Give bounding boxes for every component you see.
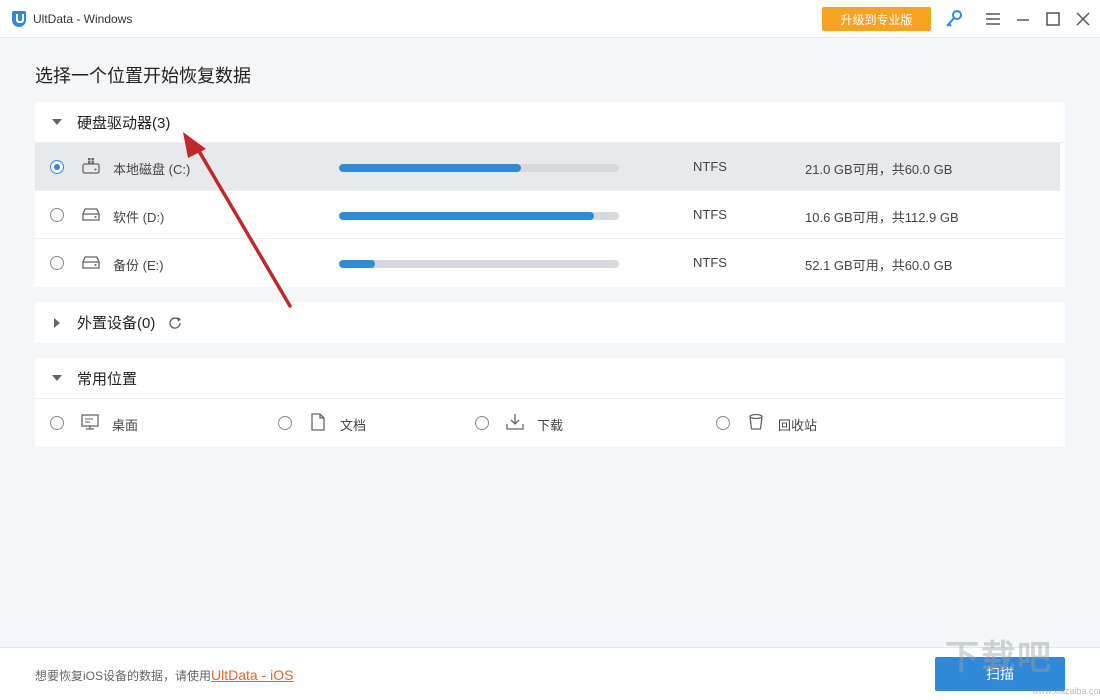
common-locations-row: 桌面 文档 下载 回收站 bbox=[35, 399, 1065, 446]
watermark-logo: 下载吧 bbox=[945, 638, 1053, 678]
filesystem: NTFS bbox=[693, 255, 727, 270]
drive-name: 备份 (E:) bbox=[113, 258, 164, 273]
ultdata-ios-link[interactable]: UltData - iOS bbox=[211, 667, 293, 683]
app-logo-icon bbox=[12, 10, 26, 27]
location-radio[interactable] bbox=[50, 416, 64, 430]
hard-drives-header[interactable]: 硬盘驱动器(3) bbox=[35, 102, 1065, 143]
close-icon[interactable] bbox=[1073, 9, 1093, 29]
key-icon[interactable] bbox=[944, 9, 964, 29]
app-title: UltData - Windows bbox=[33, 11, 133, 26]
hard-drives-title: 硬盘驱动器(3) bbox=[77, 114, 171, 132]
drive-row-d[interactable]: 软件 (D:) NTFS 10.6 GB可用，共112.9 GB bbox=[35, 191, 1065, 239]
common-locations-panel: 常用位置 桌面 文档 下载 回收站 bbox=[35, 358, 1065, 446]
usage-bar bbox=[339, 212, 619, 220]
watermark-url: www.xiazaiba.com bbox=[1032, 686, 1100, 696]
windows-drive-icon bbox=[82, 158, 100, 174]
location-radio[interactable] bbox=[278, 416, 292, 430]
caret-down-icon[interactable] bbox=[51, 116, 63, 128]
caret-right-icon[interactable] bbox=[51, 317, 63, 329]
common-locations-title: 常用位置 bbox=[77, 370, 138, 388]
footer: 想要恢复iOS设备的数据，请使用UltData - iOS 扫描 bbox=[0, 647, 1100, 700]
drive-icon bbox=[82, 208, 100, 221]
location-label: 回收站 bbox=[778, 418, 818, 433]
location-radio[interactable] bbox=[475, 416, 489, 430]
drive-name: 软件 (D:) bbox=[113, 210, 165, 225]
usage-bar bbox=[339, 260, 619, 268]
drive-radio[interactable] bbox=[50, 160, 64, 174]
upgrade-button[interactable]: 升级到专业版 bbox=[822, 7, 931, 31]
page-heading: 选择一个位置开始恢复数据 bbox=[35, 66, 251, 86]
hard-drives-panel: 硬盘驱动器(3) 本地磁盘 (C:) NTFS 21.0 GB可用，共60.0 … bbox=[35, 102, 1065, 287]
recycle-bin-icon bbox=[749, 413, 763, 430]
usage-bar-fill bbox=[339, 164, 521, 172]
filesystem: NTFS bbox=[693, 159, 727, 174]
usage-bar-fill bbox=[339, 260, 376, 268]
location-label: 文档 bbox=[340, 418, 367, 433]
document-icon bbox=[311, 413, 325, 431]
drive-name: 本地磁盘 (C:) bbox=[113, 162, 191, 177]
location-label: 下载 bbox=[537, 418, 564, 433]
menu-icon[interactable] bbox=[983, 9, 1003, 29]
title-bar: UltData - Windows bbox=[0, 0, 1100, 38]
location-radio[interactable] bbox=[716, 416, 730, 430]
external-devices-panel: 外置设备(0) bbox=[35, 302, 1065, 343]
download-icon bbox=[506, 414, 524, 430]
desktop-icon bbox=[81, 414, 99, 430]
drive-space: 52.1 GB可用，共60.0 GB bbox=[805, 258, 953, 273]
drive-row-c[interactable]: 本地磁盘 (C:) NTFS 21.0 GB可用，共60.0 GB bbox=[35, 143, 1060, 191]
common-locations-header[interactable]: 常用位置 bbox=[35, 358, 1065, 399]
drive-row-e[interactable]: 备份 (E:) NTFS 52.1 GB可用，共60.0 GB bbox=[35, 239, 1065, 287]
usage-bar bbox=[339, 164, 619, 172]
drive-radio[interactable] bbox=[50, 256, 64, 270]
drive-radio[interactable] bbox=[50, 208, 64, 222]
external-devices-header[interactable]: 外置设备(0) bbox=[35, 302, 1065, 343]
refresh-icon[interactable] bbox=[167, 315, 183, 331]
footer-message: 想要恢复iOS设备的数据，请使用 bbox=[35, 669, 212, 683]
filesystem: NTFS bbox=[693, 207, 727, 222]
minimize-icon[interactable] bbox=[1013, 9, 1033, 29]
usage-bar-fill bbox=[339, 212, 594, 220]
location-label: 桌面 bbox=[112, 418, 139, 433]
external-devices-title: 外置设备(0) bbox=[77, 315, 156, 332]
footer-text: 想要恢复iOS设备的数据，请使用UltData - iOS bbox=[35, 667, 293, 684]
drive-icon bbox=[82, 256, 100, 269]
caret-down-icon[interactable] bbox=[51, 372, 63, 384]
maximize-icon[interactable] bbox=[1043, 9, 1063, 29]
drive-space: 10.6 GB可用，共112.9 GB bbox=[805, 210, 959, 225]
drive-space: 21.0 GB可用，共60.0 GB bbox=[805, 162, 953, 177]
